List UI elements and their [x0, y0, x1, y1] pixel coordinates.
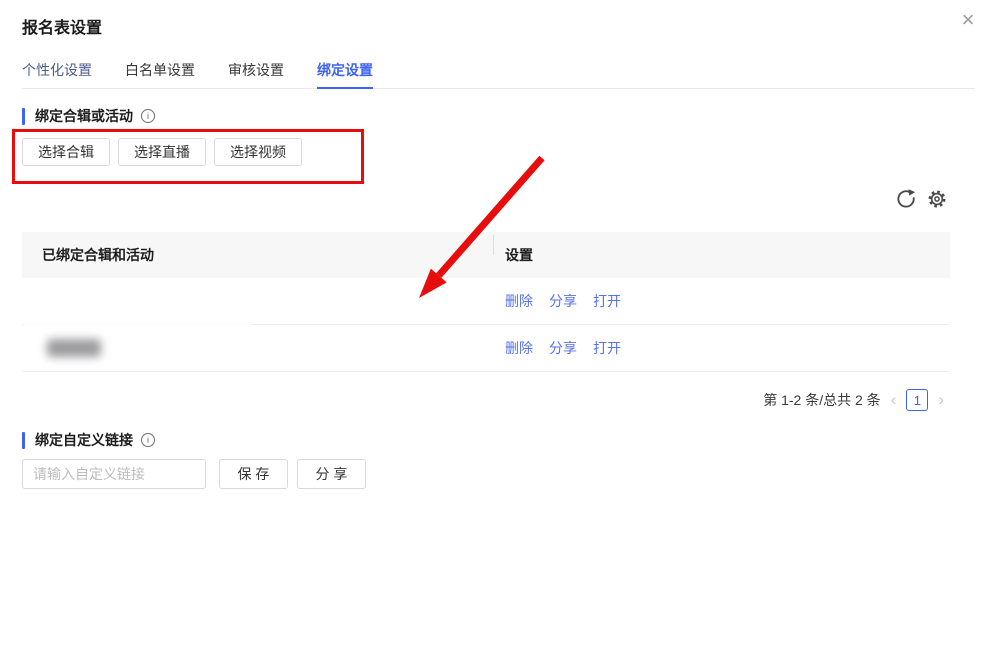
select-collection-button[interactable]: 选择合辑 — [22, 138, 110, 166]
save-button[interactable]: 保 存 — [219, 459, 288, 489]
column-header-bound: 已绑定合辑和活动 — [22, 245, 493, 265]
tab-binding[interactable]: 绑定设置 — [317, 52, 373, 89]
share-button[interactable]: 分 享 — [297, 459, 366, 489]
prev-page-icon[interactable]: ‹ — [891, 389, 897, 411]
close-icon[interactable]: × — [954, 6, 982, 34]
custom-link-title: 绑定自定义链接 — [35, 430, 133, 450]
open-link[interactable]: 打开 — [593, 338, 621, 358]
row-actions-cell: 删除 分享 打开 — [493, 338, 950, 358]
bind-activity-section-header: 绑定合辑或活动 i — [22, 106, 155, 126]
share-link[interactable]: 分享 — [549, 291, 577, 311]
page-number-button[interactable]: 1 — [906, 389, 928, 411]
custom-link-section-header: 绑定自定义链接 i — [22, 430, 155, 450]
pagination-summary: 第 1-2 条/总共 2 条 — [763, 390, 880, 410]
registration-form-settings-dialog: 报名表设置 × 个性化设置 白名单设置 审核设置 绑定设置 绑定合辑或活动 i … — [0, 0, 996, 647]
tab-whitelist[interactable]: 白名单设置 — [125, 52, 195, 88]
tab-review[interactable]: 审核设置 — [228, 52, 284, 88]
settings-tabbar: 个性化设置 白名单设置 审核设置 绑定设置 — [22, 52, 975, 89]
select-live-button[interactable]: 选择直播 — [118, 138, 206, 166]
bound-activities-table: 已绑定合辑和活动 设置 删除 分享 打开 删除 分享 打开 — [22, 232, 950, 372]
delete-link[interactable]: 删除 — [505, 291, 533, 311]
settings-gear-icon[interactable] — [926, 188, 948, 210]
select-video-button[interactable]: 选择视频 — [214, 138, 302, 166]
pagination: 第 1-2 条/总共 2 条 ‹ 1 › — [763, 388, 944, 412]
table-row: 删除 分享 打开 — [22, 278, 950, 325]
row-name-cell — [22, 339, 493, 357]
delete-link[interactable]: 删除 — [505, 338, 533, 358]
next-page-icon[interactable]: › — [938, 389, 944, 411]
refresh-icon[interactable] — [895, 188, 917, 210]
section-accent-bar — [22, 108, 25, 125]
tab-personalization[interactable]: 个性化设置 — [22, 52, 92, 88]
share-link[interactable]: 分享 — [549, 338, 577, 358]
table-row: 删除 分享 打开 — [22, 325, 950, 372]
table-header-row: 已绑定合辑和活动 设置 — [22, 232, 950, 278]
section-accent-bar — [22, 432, 25, 449]
row-actions-cell: 删除 分享 打开 — [493, 291, 950, 311]
open-link[interactable]: 打开 — [593, 291, 621, 311]
redacted-name-blur — [47, 339, 101, 357]
column-header-settings: 设置 — [493, 245, 950, 265]
bind-activity-title: 绑定合辑或活动 — [35, 106, 133, 126]
page-title: 报名表设置 — [22, 14, 102, 38]
info-icon[interactable]: i — [141, 109, 155, 123]
info-icon[interactable]: i — [141, 433, 155, 447]
custom-link-input[interactable] — [22, 459, 206, 489]
